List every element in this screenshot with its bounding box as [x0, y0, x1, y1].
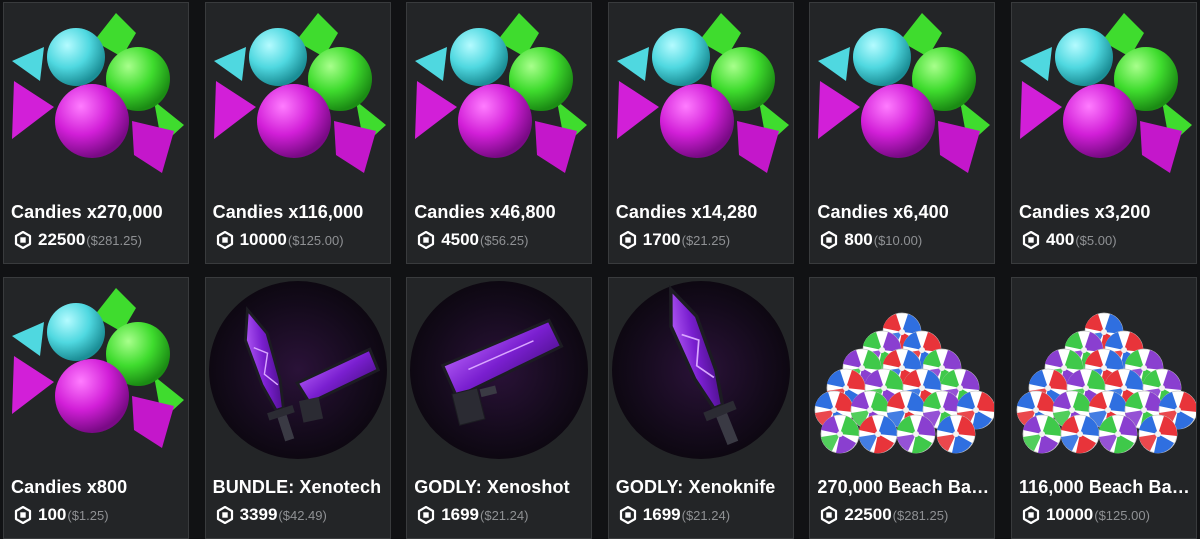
product-card[interactable]: GODLY: Xenoshot 1699 ($21.24) — [406, 277, 593, 539]
price-row: 1700 ($21.25) — [619, 230, 730, 250]
usd-price: ($21.25) — [681, 232, 731, 248]
product-name: 116,000 Beach Balls — [1018, 477, 1191, 497]
price-row: 3399 ($42.49) — [216, 505, 327, 525]
robux-price: 22500 — [38, 230, 86, 249]
product-name: Candies x14,280 — [615, 202, 758, 222]
product-name: Candies x116,000 — [212, 202, 364, 222]
usd-price: ($281.25) — [86, 232, 142, 248]
product-name: Candies x3,200 — [1018, 202, 1151, 222]
robux-price: 400 — [1045, 230, 1075, 249]
usd-price: ($281.25) — [892, 507, 949, 523]
product-card[interactable]: 270,000 Beach Balls 22500 ($281.25) — [809, 277, 996, 539]
product-card[interactable]: Candies x14,280 1700 ($21.25) — [607, 2, 794, 264]
price-row: 400 ($5.00) — [1022, 230, 1117, 250]
usd-price: ($5.00) — [1075, 232, 1117, 248]
usd-price: ($21.24) — [681, 507, 731, 523]
product-name: Candies x800 — [11, 477, 128, 497]
robux-icon — [1022, 506, 1040, 524]
usd-price: ($21.24) — [480, 507, 529, 523]
robux-icon — [1022, 231, 1040, 249]
product-name: Candies x46,800 — [414, 202, 556, 222]
product-grid: Candies x270,000 22500 ($281.25) Candies… — [0, 0, 1200, 539]
product-name: Candies x270,000 — [11, 202, 163, 222]
product-card[interactable]: Candies x6,400 800 ($10.00) — [809, 2, 996, 264]
usd-price: ($125.00) — [1094, 507, 1150, 523]
product-name: BUNDLE: Xenotech — [212, 477, 382, 497]
product-name: GODLY: Xenoshot — [414, 477, 570, 497]
price-row: 22500 ($281.25) — [14, 230, 142, 250]
robux-price: 800 — [844, 230, 873, 249]
candies-thumbnail — [609, 3, 793, 187]
product-card[interactable]: Candies x46,800 4500 ($56.25) — [406, 2, 593, 264]
product-card[interactable]: Candies x800 100 ($1.25) — [3, 277, 189, 539]
product-card[interactable]: Candies x3,200 400 ($5.00) — [1010, 2, 1197, 264]
robux-icon — [619, 506, 637, 524]
price-row: 1699 ($21.24) — [619, 505, 730, 525]
usd-price: ($1.25) — [67, 507, 109, 523]
candies-thumbnail — [206, 3, 390, 187]
price-row: 800 ($10.00) — [820, 230, 922, 250]
xenoknife-thumbnail — [609, 278, 793, 462]
robux-icon — [216, 506, 234, 524]
robux-icon — [820, 231, 838, 249]
robux-price: 100 — [38, 505, 67, 524]
product-card[interactable]: GODLY: Xenoknife 1699 ($21.24) — [607, 277, 794, 539]
robux-price: 1699 — [642, 505, 681, 524]
xeno-bundle-thumbnail — [206, 278, 390, 462]
robux-price: 4500 — [441, 230, 480, 249]
candies-thumbnail — [4, 3, 188, 187]
product-card[interactable]: 116,000 Beach Balls 10000 ($125.00) — [1010, 277, 1197, 539]
robux-price: 1699 — [441, 505, 480, 524]
usd-price: ($10.00) — [873, 232, 923, 248]
product-card[interactable]: Candies x116,000 10000 ($125.00) — [204, 2, 391, 264]
xenoshot-thumbnail — [407, 278, 591, 462]
robux-icon — [619, 231, 637, 249]
candies-thumbnail — [810, 3, 994, 187]
price-row: 22500 ($281.25) — [820, 505, 948, 525]
robux-icon — [14, 231, 32, 249]
robux-icon — [417, 506, 435, 524]
robux-icon — [216, 231, 234, 249]
candies-thumbnail — [4, 278, 188, 462]
product-name: GODLY: Xenoknife — [615, 477, 776, 497]
product-name: Candies x6,400 — [817, 202, 949, 222]
robux-icon — [417, 231, 435, 249]
robux-price: 1700 — [642, 230, 681, 249]
beach-balls-thumbnail — [810, 278, 995, 462]
robux-price: 22500 — [844, 505, 892, 524]
beach-balls-thumbnail — [1012, 278, 1196, 462]
price-row: 4500 ($56.25) — [417, 230, 528, 250]
usd-price: ($56.25) — [480, 232, 529, 248]
product-card[interactable]: BUNDLE: Xenotech 3399 ($42.49) — [204, 277, 391, 539]
price-row: 10000 ($125.00) — [1022, 505, 1150, 525]
robux-price: 10000 — [1045, 505, 1094, 524]
robux-price: 10000 — [239, 230, 287, 249]
usd-price: ($125.00) — [287, 232, 344, 248]
price-row: 10000 ($125.00) — [216, 230, 344, 250]
price-row: 100 ($1.25) — [14, 505, 109, 525]
product-name: 270,000 Beach Balls — [817, 477, 990, 497]
robux-icon — [820, 506, 838, 524]
price-row: 1699 ($21.24) — [417, 505, 528, 525]
robux-icon — [14, 506, 32, 524]
robux-price: 3399 — [239, 505, 278, 524]
candies-thumbnail — [1012, 3, 1196, 187]
candies-thumbnail — [407, 3, 591, 187]
product-card[interactable]: Candies x270,000 22500 ($281.25) — [3, 2, 189, 264]
usd-price: ($42.49) — [278, 507, 327, 523]
